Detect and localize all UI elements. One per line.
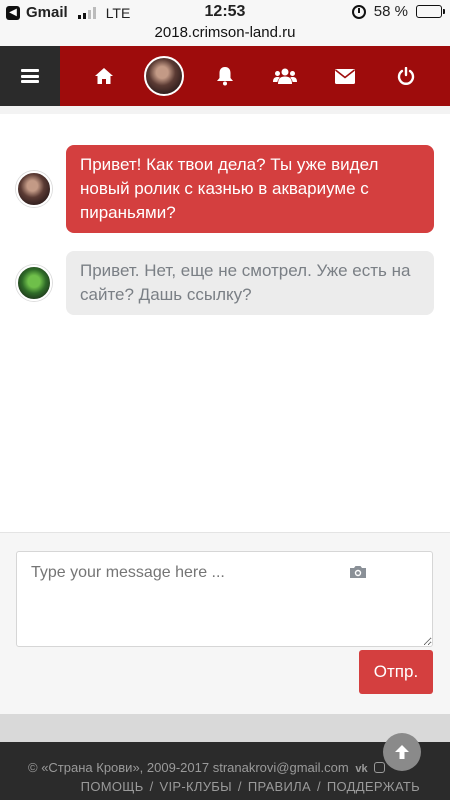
battery-percent: 58 % — [373, 3, 408, 20]
instagram-icon[interactable] — [374, 762, 386, 773]
send-button[interactable]: Отпр. — [359, 650, 433, 694]
menu-icon — [21, 69, 39, 83]
recipient-avatar[interactable] — [16, 265, 52, 301]
footer-link-rules[interactable]: ПРАВИЛА — [248, 779, 311, 794]
footer-links: ПОМОЩЬ / VIP-КЛУБЫ / ПРАВИЛА / ПОДДЕРЖАТЬ — [81, 779, 420, 794]
nav-logout[interactable] — [386, 56, 426, 96]
power-icon — [397, 67, 414, 85]
bell-icon — [216, 67, 233, 86]
nav-friends[interactable] — [265, 56, 305, 96]
sender-avatar[interactable] — [16, 171, 52, 207]
message-input[interactable] — [16, 551, 433, 647]
nav-home[interactable] — [84, 56, 124, 96]
separator: / — [149, 779, 154, 794]
url-bar[interactable]: 2018.crimson-land.ru — [0, 24, 450, 46]
nav-profile[interactable] — [144, 56, 185, 96]
menu-button[interactable] — [0, 46, 60, 106]
home-icon — [95, 68, 114, 84]
status-bar: ◀ Gmail LTE 12:53 58 % — [0, 0, 450, 24]
users-icon — [273, 68, 298, 84]
message-composer: Отпр. — [0, 532, 450, 714]
top-nav — [0, 46, 450, 106]
nav-notifications[interactable] — [205, 56, 245, 96]
avatar[interactable] — [144, 56, 185, 96]
camera-icon[interactable] — [349, 565, 367, 579]
status-right: 58 % — [351, 3, 445, 20]
divider-band — [0, 714, 450, 742]
message-bubble: Привет. Нет, еще не смотрел. Уже есть на… — [66, 251, 434, 315]
chat-message-incoming: Привет. Нет, еще не смотрел. Уже есть на… — [16, 251, 434, 315]
scroll-to-top-button[interactable] — [383, 733, 421, 771]
envelope-icon — [335, 68, 356, 84]
vk-icon[interactable]: vk — [355, 763, 367, 775]
arrow-up-icon — [395, 745, 409, 759]
message-bubble: Привет! Как твои дела? Ты уже видел новы… — [66, 145, 434, 233]
alarm-icon — [351, 4, 366, 19]
chat-message-outgoing: Привет! Как твои дела? Ты уже видел новы… — [16, 145, 434, 233]
footer-link-vip[interactable]: VIP-КЛУБЫ — [160, 779, 232, 794]
footer-link-support[interactable]: ПОДДЕРЖАТЬ — [327, 779, 420, 794]
footer-info: © «Страна Крови», 2009-2017 stranakrovi@… — [28, 760, 386, 775]
footer-link-help[interactable]: ПОМОЩЬ — [81, 779, 144, 794]
nav-items — [60, 46, 450, 106]
chat-area[interactable]: Привет! Как твои дела? Ты уже видел новы… — [0, 106, 450, 532]
separator: / — [316, 779, 321, 794]
copyright: © «Страна Крови», 2009-2017 — [28, 760, 210, 775]
battery-icon — [416, 5, 445, 18]
contact-email[interactable]: stranakrovi@gmail.com — [213, 760, 349, 775]
nav-messages[interactable] — [325, 56, 365, 96]
separator: / — [237, 779, 242, 794]
